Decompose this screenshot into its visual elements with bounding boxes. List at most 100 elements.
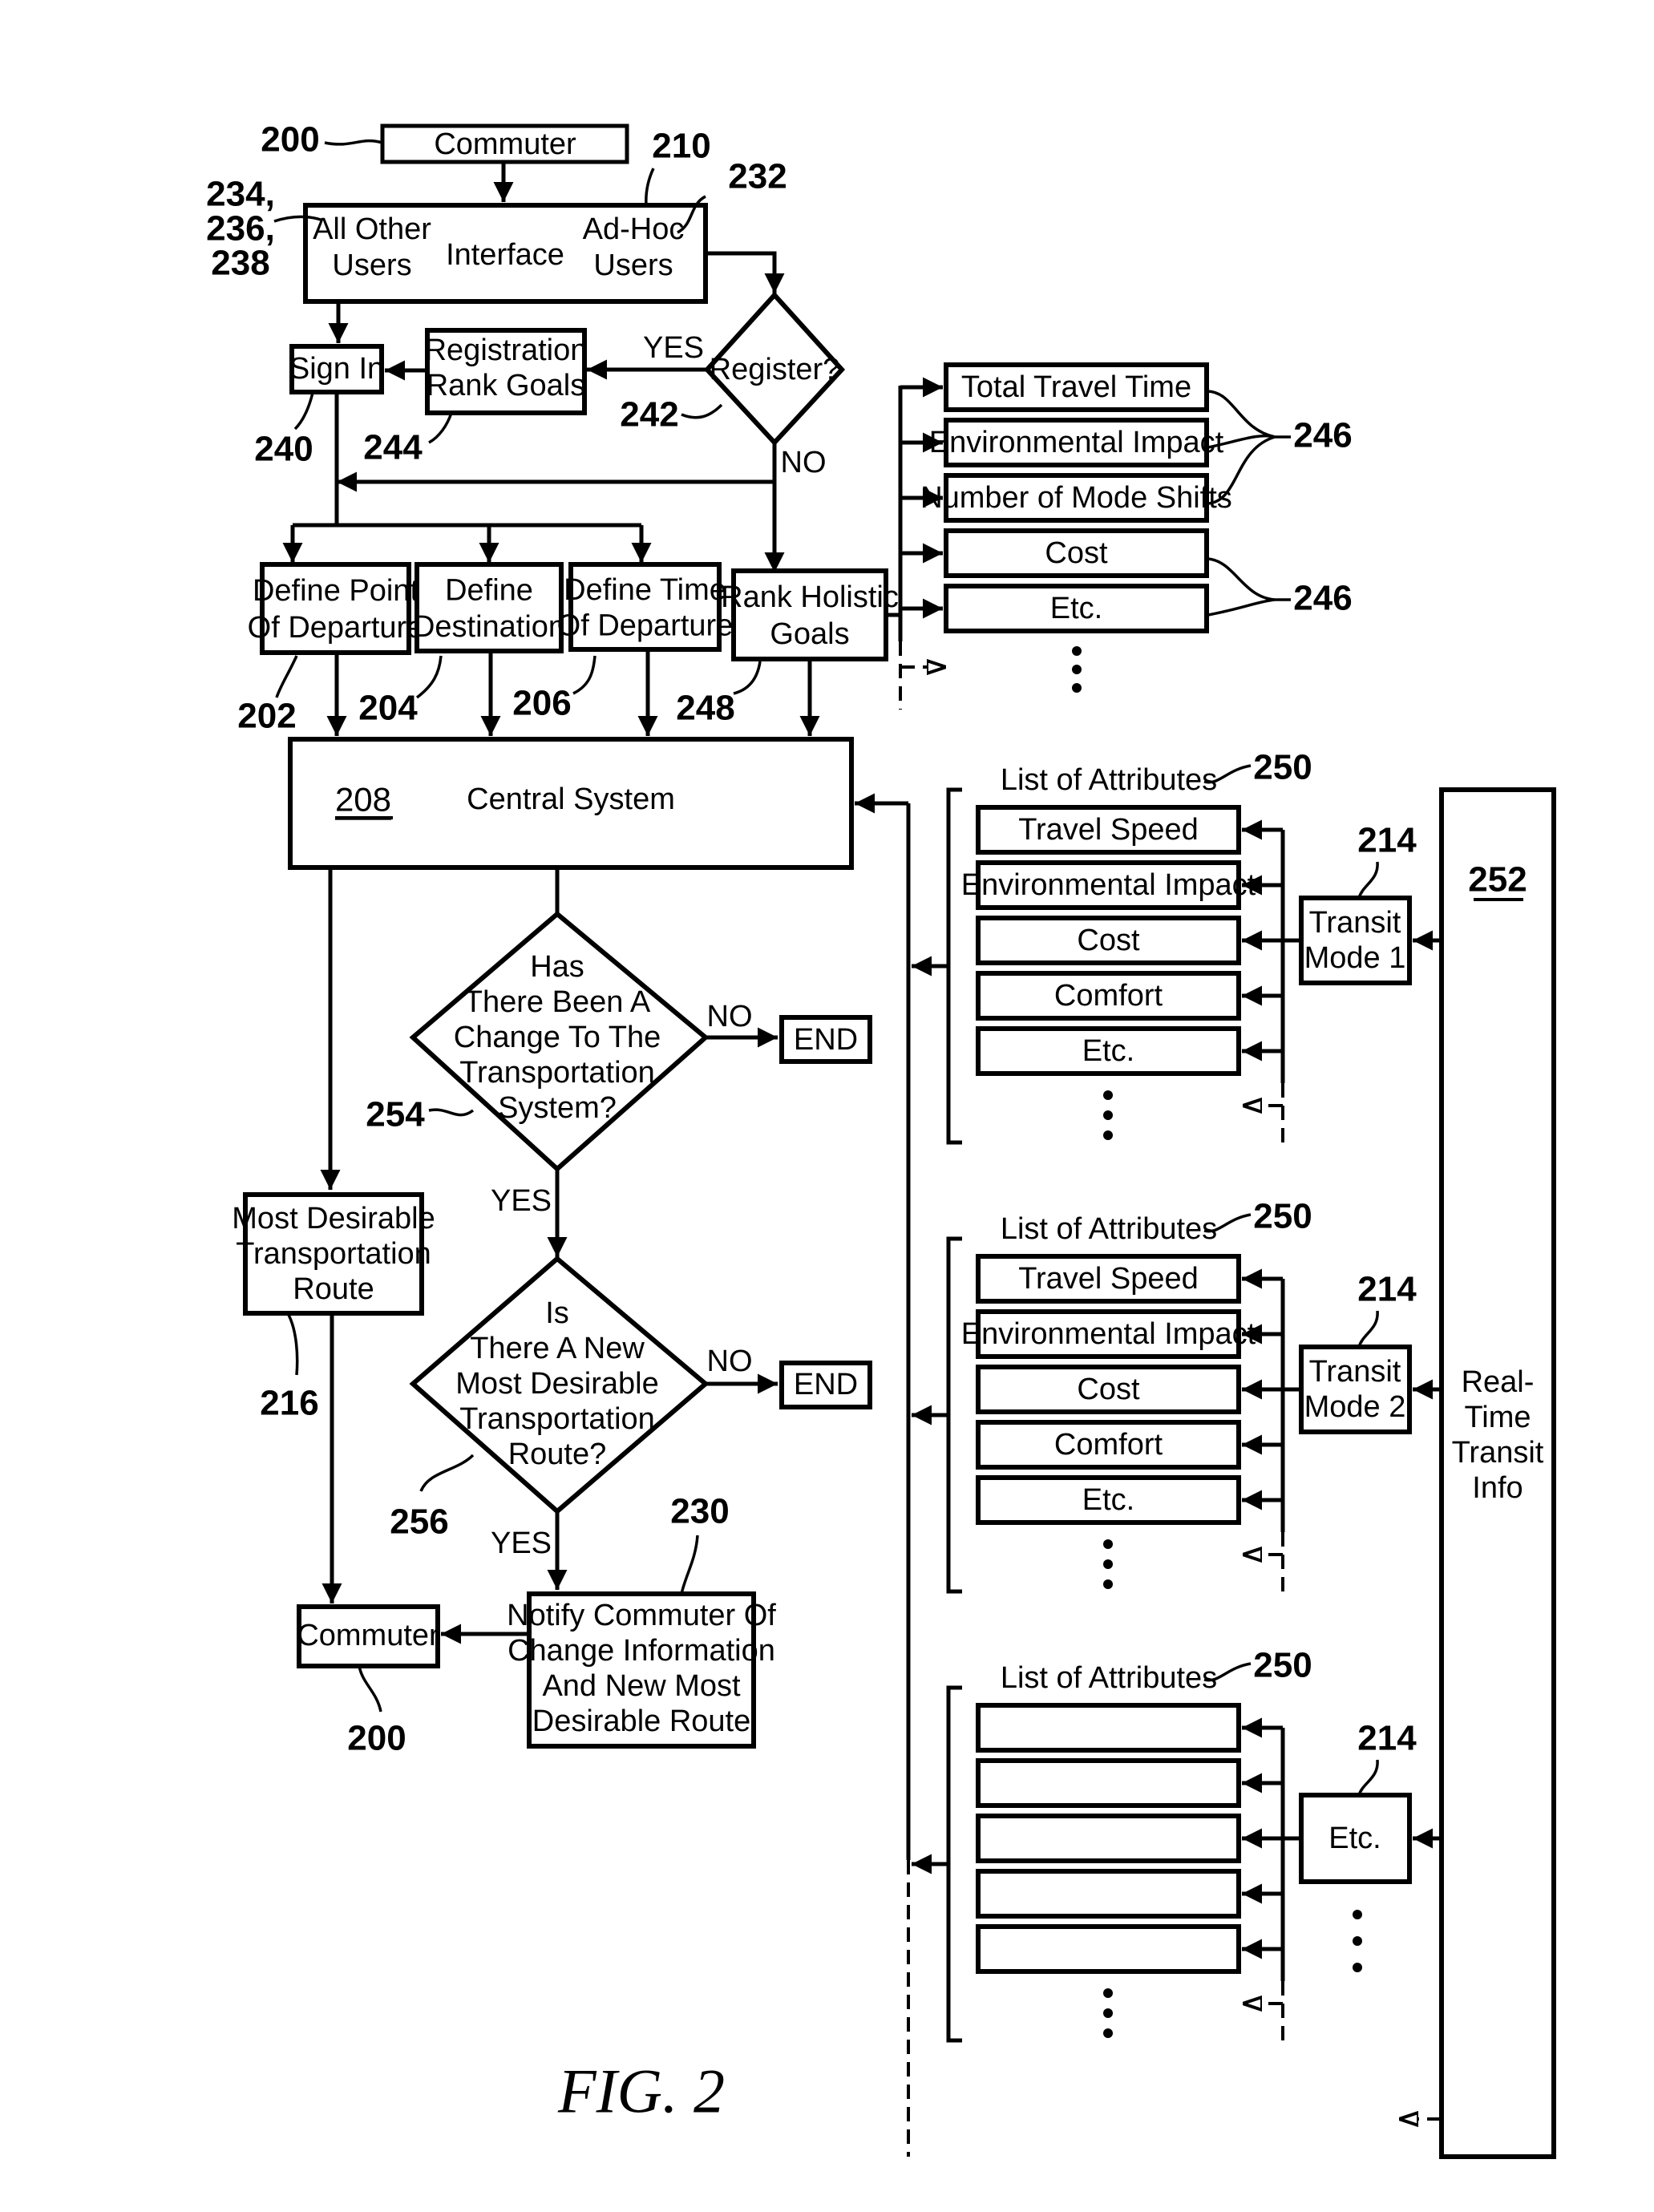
interface-right-label-2: Users [593,249,673,282]
leader-line [419,1454,475,1492]
attribute-item: Cost [976,916,1283,965]
label-line: Transportation [459,1056,655,1090]
attribute-item: Travel Speed [976,805,1283,855]
ellipsis-dot [1353,1910,1362,1919]
ellipsis-dot [1103,2028,1113,2038]
notify-label-3: And New Most [542,1669,741,1703]
label-line: Transit [1452,1436,1544,1470]
attribute-item-label: Cost [1077,924,1140,957]
ref-adhoc: 232 [728,157,787,196]
goal-item: Number of Mode Shifts [920,473,1232,523]
end-label-2: END [794,1368,858,1401]
ref-goals-b: 246 [1293,579,1352,618]
ref-decision-change: 254 [366,1095,425,1134]
define-node-label: Rank Holistic [721,580,899,614]
label-line: Has [530,950,584,984]
arrow-interface-to-register [706,251,785,293]
register-decision-label: Register? [710,353,840,386]
brace-246-b [1207,557,1291,617]
leader-line [324,139,383,146]
interface-left-label-1: All Other [313,212,431,246]
ellipsis-dot [1103,1539,1113,1549]
realtime-ref: 252 [1468,860,1527,900]
label-line: Info [1472,1471,1523,1505]
transit-mode-label: Mode 1 [1304,941,1406,975]
transit-mode-node: TransitMode 2 [1299,1345,1412,1434]
commuter-bottom-label: Commuter [297,1619,439,1652]
attribute-item-box [976,1758,1241,1808]
ellipsis-dot [1072,665,1082,674]
attribute-item: Travel Speed [976,1254,1283,1304]
commuter-top-node: Commuter [380,123,629,164]
transit-mode-label: Transit [1309,906,1401,940]
attribute-list-groups: List of Attributes 250 Travel Speed Environ… [912,748,1442,2043]
leader-line [681,403,723,419]
register-decision: Register? [703,291,846,447]
define-node-1: Define PointOf Departure [248,562,424,655]
goal-item: Cost [944,528,1209,578]
list-bracket [946,787,962,1145]
decision-change-no: NO [707,1000,753,1033]
attribute-item-label: Environmental Impact [961,868,1256,902]
ref-interface: 210 [652,127,710,166]
list-title: List of Attributes [1001,1661,1217,1695]
notify-label-1: Notify Commuter Of [507,1599,776,1632]
ref-goals-a: 246 [1293,416,1352,455]
attribute-item-box [976,1924,1241,1974]
list-bracket [946,1236,962,1594]
registration-label-2: Rank Goals [427,369,586,402]
define-node-label: Define [445,573,533,607]
decision-new-route: Is There A New Most Desirable Transportatio… [409,1256,710,1514]
attribute-item: Environmental Impact [961,1309,1283,1359]
registration-node: Registration Rank Goals [425,328,588,415]
registration-label-1: Registration [425,334,588,367]
label-line: Route? [508,1438,607,1471]
decision-new-route-yes: YES [491,1527,552,1560]
leader-line [1357,1310,1379,1348]
attribute-item-label: Etc. [1082,1034,1134,1068]
ref-define-node: 204 [358,689,418,728]
define-node-label: Of Departure [248,611,424,645]
decision-change: Has There Been A Change To The Transportati… [409,911,710,1173]
holistic-goals-list: Total Travel Time Environmental Impact Num… [886,362,1353,710]
goal-item: Total Travel Time [944,362,1209,412]
ellipsis-dot [1103,1110,1113,1120]
interface-node: All Other Users Interface Ad-Hoc Users [303,203,708,304]
attribute-item-label: Cost [1077,1373,1140,1406]
interface-left-label-2: Users [332,249,411,282]
route-label-3: Route [293,1272,374,1306]
label-line: Most Desirable [455,1367,658,1401]
attribute-list-3: List of Attributes 250 Etc. 214 [912,1646,1442,2043]
most-desirable-route-node: Most Desirable Transportation Route [232,1192,435,1316]
attribute-list-2: List of Attributes 250 Travel Speed Environ… [912,1197,1442,1594]
decision-change-yes: YES [491,1184,552,1218]
attribute-item-label: Travel Speed [1018,813,1199,847]
transit-mode-node: Etc. [1299,1793,1412,1884]
label-line: Change To The [454,1021,661,1054]
attribute-item-label: Etc. [1082,1483,1134,1517]
ref-define-node: 202 [237,697,296,736]
leader-line [733,661,762,695]
define-node-label: Goals [770,617,849,651]
route-label-1: Most Desirable [232,1202,435,1235]
label-line: Is [545,1296,569,1330]
ref-define-node: 206 [512,684,571,723]
transit-mode-label: Mode 2 [1304,1390,1406,1424]
ref-list: 250 [1253,748,1312,787]
interface-center-label: Interface [446,238,564,272]
attribute-item-box [976,1703,1241,1753]
attribute-list-1: List of Attributes 250 Travel Speed Environ… [912,748,1442,1145]
ref-list: 250 [1253,1646,1312,1685]
ellipsis-dot [1103,1988,1113,1998]
goal-item-label: Cost [1045,536,1108,570]
label-line: Transportation [459,1402,655,1436]
notify-label-2: Change Information [508,1634,775,1668]
define-node-label: Define Time [564,573,726,607]
attribute-item-label: Travel Speed [1018,1262,1199,1296]
ref-register: 242 [620,395,678,435]
ref-define-node: 248 [676,689,734,728]
attribute-item: Etc. [976,1026,1283,1076]
register-yes-label: YES [643,331,704,365]
define-row: Define PointOf Departure202DefineDestina… [237,562,899,736]
ellipsis-dot [1072,646,1082,656]
